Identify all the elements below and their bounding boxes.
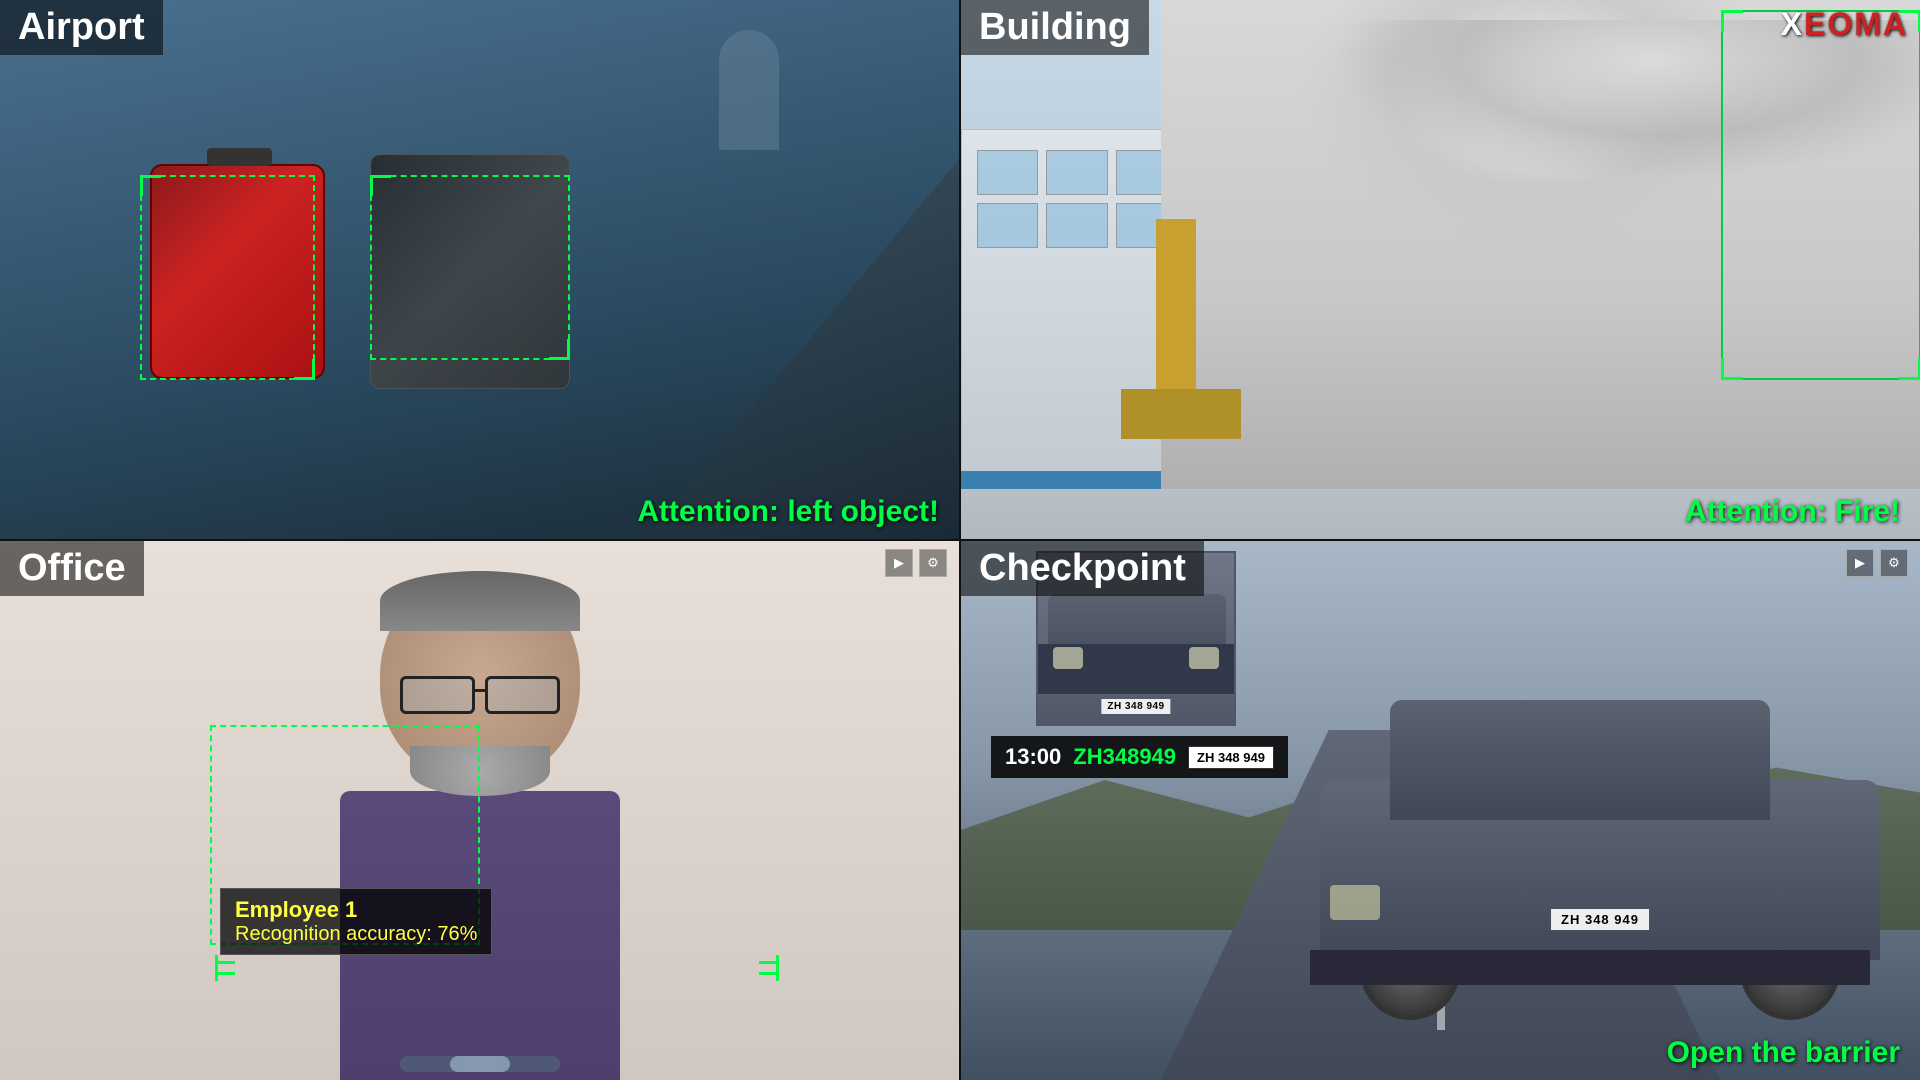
thumb-plate: ZH 348 949 bbox=[1101, 699, 1170, 714]
corner-tl bbox=[1721, 10, 1743, 32]
camera-building: Building XEOMA Attention: Fire! bbox=[961, 0, 1920, 539]
glasses-right bbox=[485, 676, 560, 714]
xeoma-x: X bbox=[1781, 6, 1804, 42]
main-car: ZH 348 949 bbox=[1310, 700, 1890, 1020]
corner-br bbox=[1899, 358, 1920, 380]
building-label: Building bbox=[961, 0, 1149, 55]
camera-checkpoint: ZH 348 949 13:00 ZH348949 ZH 348 949 ZH … bbox=[961, 541, 1920, 1080]
suitcase-handle bbox=[207, 148, 272, 166]
office-label: Office bbox=[0, 541, 144, 596]
airport-alert: Attention: left object! bbox=[637, 495, 939, 529]
airport-label: Airport bbox=[0, 0, 163, 55]
face-frame-corner-br bbox=[759, 955, 779, 975]
left-object-detection-box bbox=[140, 175, 315, 380]
camera-office: Employee 1 Recognition accuracy: 76% Off… bbox=[0, 541, 959, 1080]
plate-badge: ZH 348 949 bbox=[1188, 746, 1274, 769]
office-play-btn[interactable]: ▶ bbox=[885, 549, 913, 577]
right-object-detection-box bbox=[370, 175, 570, 360]
window bbox=[977, 150, 1038, 195]
checkpoint-settings-btn[interactable]: ⚙ bbox=[1880, 549, 1908, 577]
camera-grid: Airport Attention: left object! bbox=[0, 0, 1920, 1080]
car-plate: ZH 348 949 bbox=[1551, 909, 1649, 930]
xeoma-rest: EOMA bbox=[1804, 6, 1908, 42]
work-platform bbox=[1121, 389, 1241, 439]
building-windows bbox=[977, 150, 1177, 248]
glasses-left bbox=[400, 676, 475, 714]
office-settings-btn[interactable]: ⚙ bbox=[919, 549, 947, 577]
employee-name: Employee 1 bbox=[235, 897, 477, 923]
car-cabin bbox=[1390, 700, 1770, 820]
headlight-r bbox=[1189, 647, 1219, 669]
checkpoint-play-btn[interactable]: ▶ bbox=[1846, 549, 1874, 577]
car-undercarriage bbox=[1310, 950, 1870, 985]
office-controls: ▶ ⚙ bbox=[885, 549, 947, 577]
window bbox=[977, 203, 1038, 248]
checkpoint-alert: Open the barrier bbox=[1667, 1036, 1900, 1070]
plate-number: ZH348949 bbox=[1073, 744, 1176, 770]
car-light-front bbox=[1330, 885, 1380, 920]
scrollbar[interactable] bbox=[400, 1056, 560, 1072]
scrollbar-thumb bbox=[450, 1056, 510, 1072]
xeoma-brand: XEOMA bbox=[1781, 6, 1908, 43]
corner-bl bbox=[1721, 358, 1743, 380]
face-frame-corner-bl bbox=[215, 955, 235, 975]
window bbox=[1046, 203, 1107, 248]
recognition-accuracy: Recognition accuracy: 76% bbox=[235, 923, 477, 946]
plate-recognition-info: 13:00 ZH348949 ZH 348 949 bbox=[991, 736, 1288, 778]
recognition-info: Employee 1 Recognition accuracy: 76% bbox=[220, 888, 492, 955]
camera-airport: Airport Attention: left object! bbox=[0, 0, 959, 539]
glasses-bridge bbox=[473, 689, 487, 692]
plate-time: 13:00 bbox=[1005, 744, 1061, 770]
building-alert: Attention: Fire! bbox=[1685, 495, 1900, 529]
checkpoint-label: Checkpoint bbox=[961, 541, 1204, 596]
fire-detection-box bbox=[1721, 10, 1920, 380]
airport-person-bg bbox=[719, 30, 779, 150]
headlight-l bbox=[1053, 647, 1083, 669]
person-hair bbox=[380, 571, 580, 631]
checkpoint-controls: ▶ ⚙ bbox=[1846, 549, 1908, 577]
window bbox=[1046, 150, 1107, 195]
